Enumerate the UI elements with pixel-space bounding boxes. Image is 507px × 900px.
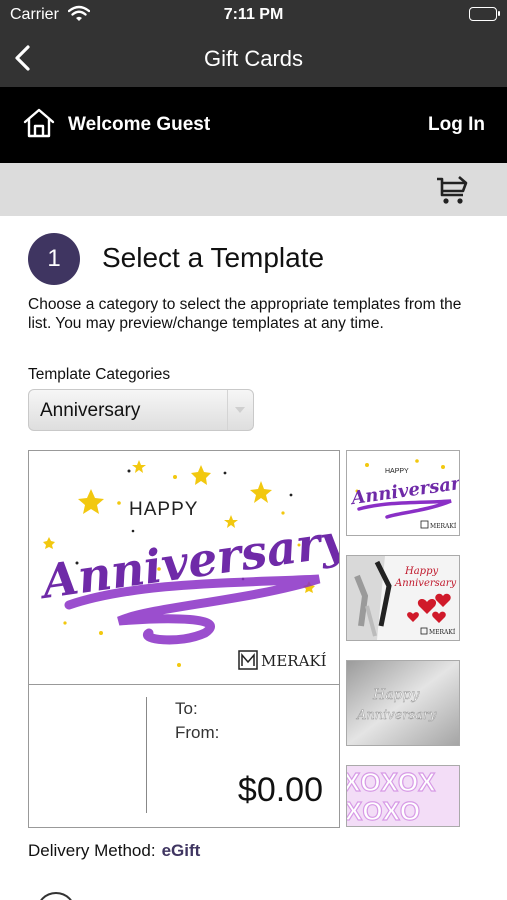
- to-label: To:: [175, 699, 198, 718]
- cart-strip: [0, 163, 507, 216]
- home-icon[interactable]: [22, 107, 56, 144]
- welcome-header: Welcome Guest Log In: [0, 87, 507, 163]
- template-thumbnail-anniversary-silver[interactable]: Happy Anniversary: [346, 660, 460, 746]
- template-category-select[interactable]: Anniversary: [28, 389, 254, 431]
- svg-text:MERAKÍ: MERAKÍ: [429, 629, 456, 636]
- next-step-badge: [36, 892, 76, 900]
- cart-icon[interactable]: [435, 173, 469, 212]
- preview-divider-vertical: [146, 697, 147, 813]
- greeting-small: HAPPY: [129, 499, 198, 520]
- gift-amount: $0.00: [237, 771, 323, 809]
- brand-logo: MERAKÍ: [261, 652, 327, 670]
- svg-text:HAPPY: HAPPY: [385, 468, 409, 475]
- login-button[interactable]: Log In: [428, 114, 485, 136]
- preview-divider: [29, 684, 339, 685]
- step-number-badge: 1: [28, 233, 80, 285]
- page-title: Gift Cards: [203, 46, 304, 71]
- svg-text:Happy: Happy: [372, 687, 420, 703]
- gift-card-preview: HAPPY Anniversary! MERAKÍ To: From: $0.0…: [28, 450, 340, 828]
- status-bar: Carrier 7:11 PM: [0, 0, 507, 30]
- svg-text:XOXO: XOXO: [347, 796, 420, 826]
- from-label: From:: [175, 723, 220, 742]
- svg-text:MERAKÍ: MERAKÍ: [430, 523, 457, 530]
- delivery-method-label: Delivery Method:: [28, 841, 156, 860]
- template-artwork: HAPPY Anniversary! MERAKÍ: [35, 460, 339, 670]
- greeting-large: Anniversary!: [35, 510, 339, 610]
- svg-text:Happy: Happy: [404, 566, 438, 577]
- svg-text:Anniversary: Anniversary: [356, 708, 437, 723]
- delivery-method: Delivery Method: eGift: [28, 841, 200, 861]
- svg-text:Anniversary: Anniversary: [394, 578, 457, 589]
- template-thumbnail-anniversary-champagne[interactable]: Happy Anniversary MERAKÍ: [346, 555, 460, 641]
- dropdown-toggle[interactable]: [227, 390, 253, 430]
- step-title: Select a Template: [102, 242, 325, 273]
- navigation-bar: Gift Cards: [0, 30, 507, 87]
- template-categories-label: Template Categories: [28, 366, 171, 383]
- battery-icon: [469, 7, 500, 21]
- template-thumbnail-anniversary-script[interactable]: HAPPY Anniversary! MERAKÍ: [346, 450, 460, 536]
- clock: 7:11 PM: [223, 6, 284, 23]
- chevron-down-icon: [235, 407, 245, 413]
- welcome-text: Welcome Guest: [68, 114, 211, 135]
- svg-text:XOXOX: XOXOX: [347, 767, 436, 797]
- template-thumbnail-xoxo[interactable]: XOXOX XOXO: [346, 765, 460, 827]
- step-description: Choose a category to select the appropri…: [28, 296, 462, 332]
- delivery-method-value[interactable]: eGift: [162, 841, 201, 860]
- selected-category: Anniversary: [40, 400, 141, 421]
